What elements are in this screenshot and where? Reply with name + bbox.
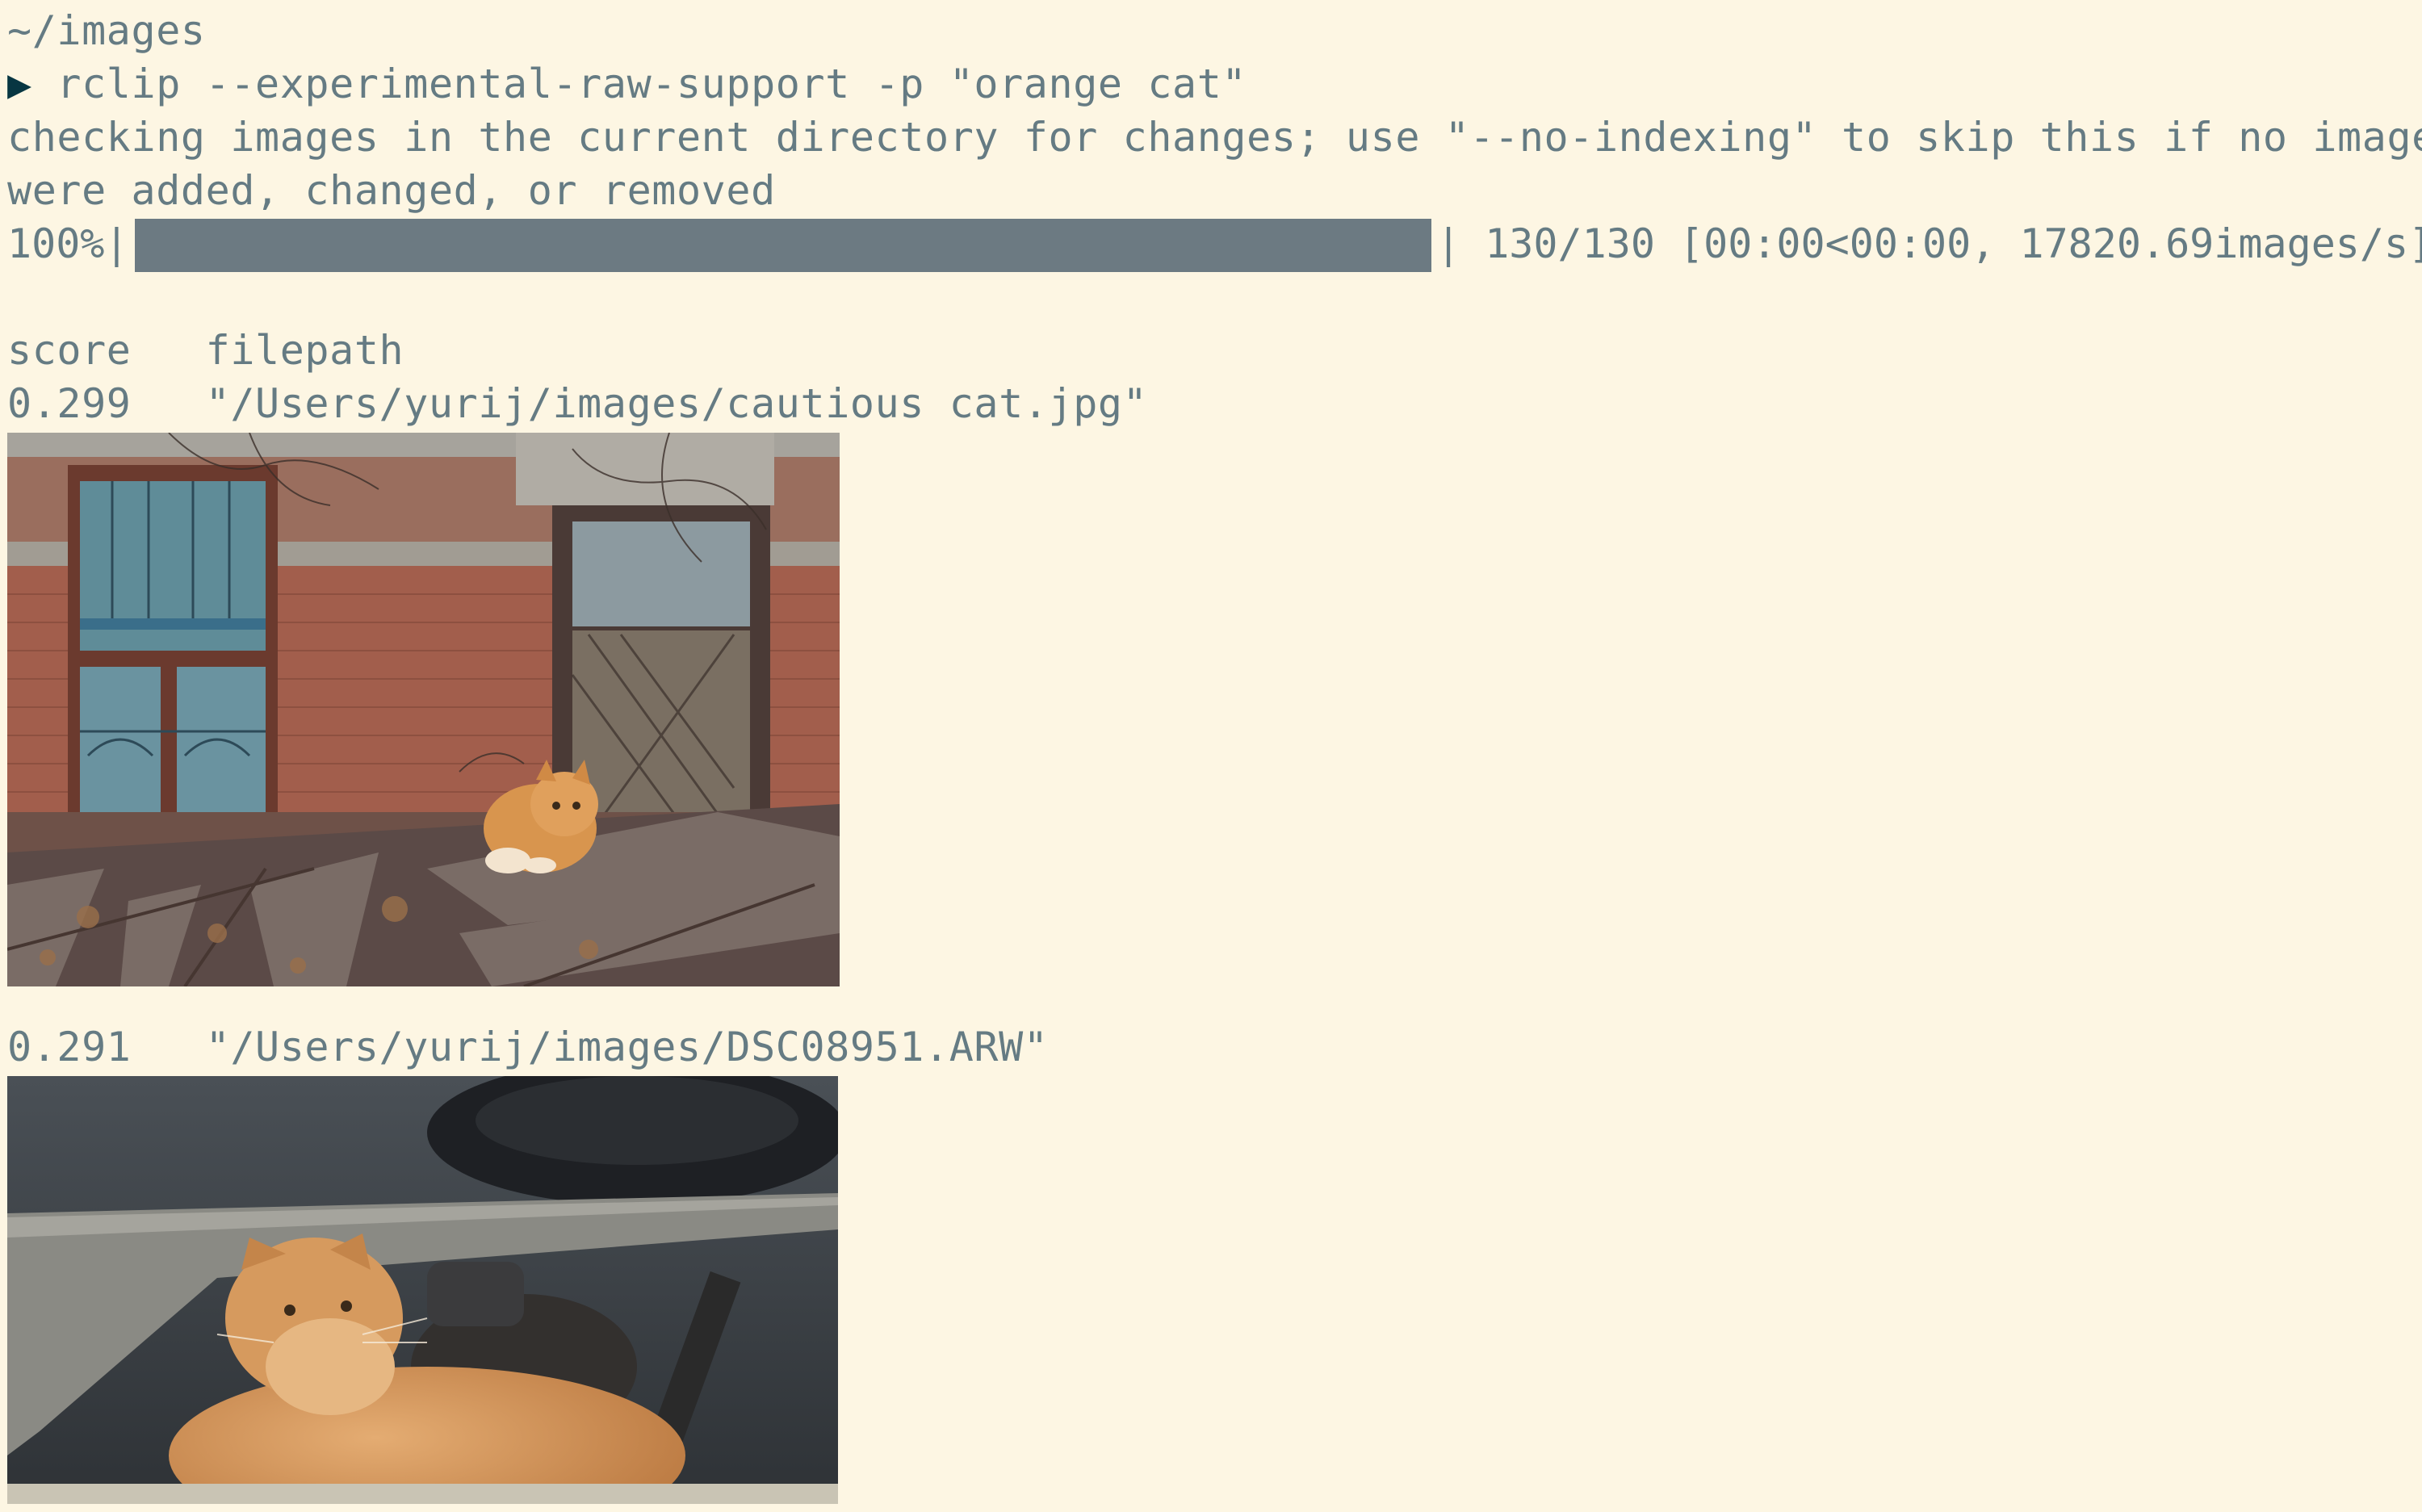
result-score: 0.291 (7, 1024, 132, 1070)
cwd-line: ~/images (7, 4, 206, 57)
progress-stats: | 130/130 [00:00<00:00, 17820.69images/s… (1436, 220, 2422, 267)
score-column-header: score (7, 327, 132, 374)
prompt-arrow-icon: ▶ (7, 61, 32, 107)
results-header: score filepath (7, 324, 404, 377)
orange-cat-on-roof-photo (7, 433, 840, 986)
command-text[interactable]: rclip --experimental-raw-support -p "ora… (57, 61, 1247, 107)
filepath-column-header: filepath (205, 327, 404, 374)
result-path[interactable]: "/Users/yurij/images/cautious cat.jpg" (206, 380, 1148, 427)
progress-line: 100%| | 130/130 [00:00<00:00, 17820.69im… (7, 217, 2422, 272)
info-line-2: were added, changed, or removed (7, 164, 776, 217)
result-row: 0.299 "/Users/yurij/images/cautious cat.… (7, 377, 1147, 430)
progress-bar (135, 219, 1431, 272)
command-line: ▶ rclip --experimental-raw-support -p "o… (7, 57, 1247, 111)
progress-percent: 100%| (7, 220, 129, 267)
result-score: 0.299 (7, 380, 132, 427)
info-line-1: checking images in the current directory… (7, 111, 2422, 164)
result-path[interactable]: "/Users/yurij/images/DSC08951.ARW" (206, 1024, 1049, 1070)
cwd-text: ~/images (7, 7, 206, 54)
info-text-2: were added, changed, or removed (7, 167, 776, 214)
info-text-1: checking images in the current directory… (7, 114, 2422, 161)
result-row: 0.291 "/Users/yurij/images/DSC08951.ARW" (7, 1020, 1049, 1074)
orange-cat-lying-photo (7, 1076, 838, 1504)
